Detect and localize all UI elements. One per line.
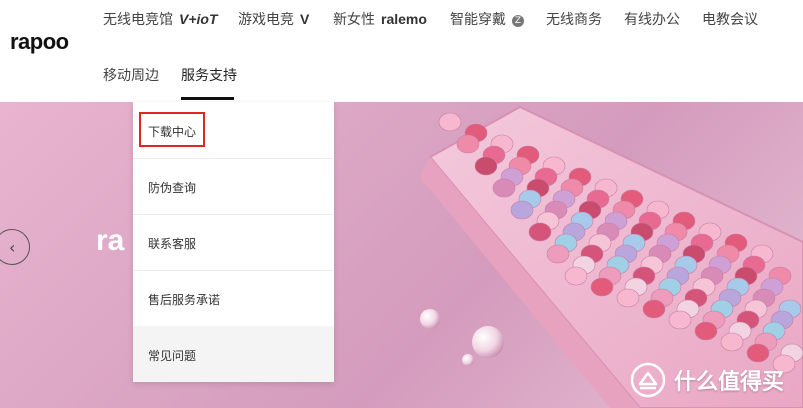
ralemo-logo: ralemo xyxy=(381,11,427,27)
brand-partial-logo: ra xyxy=(96,224,125,257)
dropdown-item-label: 联系客服 xyxy=(148,237,197,251)
nav-item-label: 服务支持 xyxy=(181,68,237,84)
keycap xyxy=(564,266,588,286)
nav-item-education-meeting[interactable]: 电教会议 xyxy=(702,9,758,29)
z-badge-icon: Z xyxy=(512,15,524,27)
keycap xyxy=(546,244,570,264)
nav-item-label: 无线商务 xyxy=(546,12,602,28)
nav-item-label: 电教会议 xyxy=(702,12,758,28)
nav-item-gaming[interactable]: 游戏电竞 V xyxy=(238,9,309,29)
keycap xyxy=(438,112,462,132)
vplus-iot-logo: V+ioT xyxy=(179,11,218,27)
keycap xyxy=(746,343,770,363)
dropdown-item-after-sales[interactable]: 售后服务承诺 xyxy=(133,270,334,327)
keycap xyxy=(474,156,498,176)
red-highlight-box xyxy=(139,112,205,147)
keycap xyxy=(668,310,692,330)
v-logo: V xyxy=(300,11,310,27)
nav-item-label: 新女性 xyxy=(333,12,375,28)
dropdown-item-faq[interactable]: 常见问题 xyxy=(133,326,334,382)
nav-item-label: 有线办公 xyxy=(624,12,680,28)
top-header: rapoo 无线电竞馆 V+ioT 游戏电竞 V 新女性 ralemo 智能穿戴 Z 无… xyxy=(0,0,803,102)
nav-item-wireless-esports[interactable]: 无线电竞馆 V+ioT xyxy=(103,9,218,29)
keycap xyxy=(590,277,614,297)
smzdm-logo-icon xyxy=(630,362,666,398)
keycap xyxy=(694,321,718,341)
active-nav-underline xyxy=(181,97,234,100)
keycap xyxy=(510,200,534,220)
nav-item-wired-office[interactable]: 有线办公 xyxy=(624,9,680,29)
nav-item-label: 智能穿戴 xyxy=(450,12,506,28)
nav-item-label: 移动周边 xyxy=(103,68,159,84)
watermark-text: 什么值得买 xyxy=(674,370,785,395)
dropdown-item-anti-counterfeit[interactable]: 防伪查询 xyxy=(133,158,334,215)
nav-item-female[interactable]: 新女性 ralemo xyxy=(333,9,427,29)
dropdown-item-contact-service[interactable]: 联系客服 xyxy=(133,214,334,271)
nav-item-mobile-accessories[interactable]: 移动周边 xyxy=(103,65,159,85)
keycap xyxy=(456,134,480,154)
keycap xyxy=(492,178,516,198)
dropdown-item-label: 防伪查询 xyxy=(148,181,197,195)
keycap xyxy=(528,222,552,242)
nav-item-label: 无线电竞馆 xyxy=(103,12,173,28)
rapoo-logo[interactable]: rapoo xyxy=(10,29,69,55)
nav-item-wearables[interactable]: 智能穿戴 Z xyxy=(450,9,524,29)
nav-item-service-support[interactable]: 服务支持 xyxy=(181,65,237,85)
keycap xyxy=(616,288,640,308)
keycap xyxy=(720,332,744,352)
dropdown-item-label: 常见问题 xyxy=(148,349,197,363)
nav-item-wireless-business[interactable]: 无线商务 xyxy=(546,9,602,29)
dropdown-item-label: 售后服务承诺 xyxy=(148,293,221,307)
keycap xyxy=(642,299,666,319)
hero-banner[interactable]: ra ‹ xyxy=(0,102,803,408)
nav-item-label: 游戏电竞 xyxy=(238,12,294,28)
chevron-left-icon: ‹ xyxy=(9,238,16,257)
